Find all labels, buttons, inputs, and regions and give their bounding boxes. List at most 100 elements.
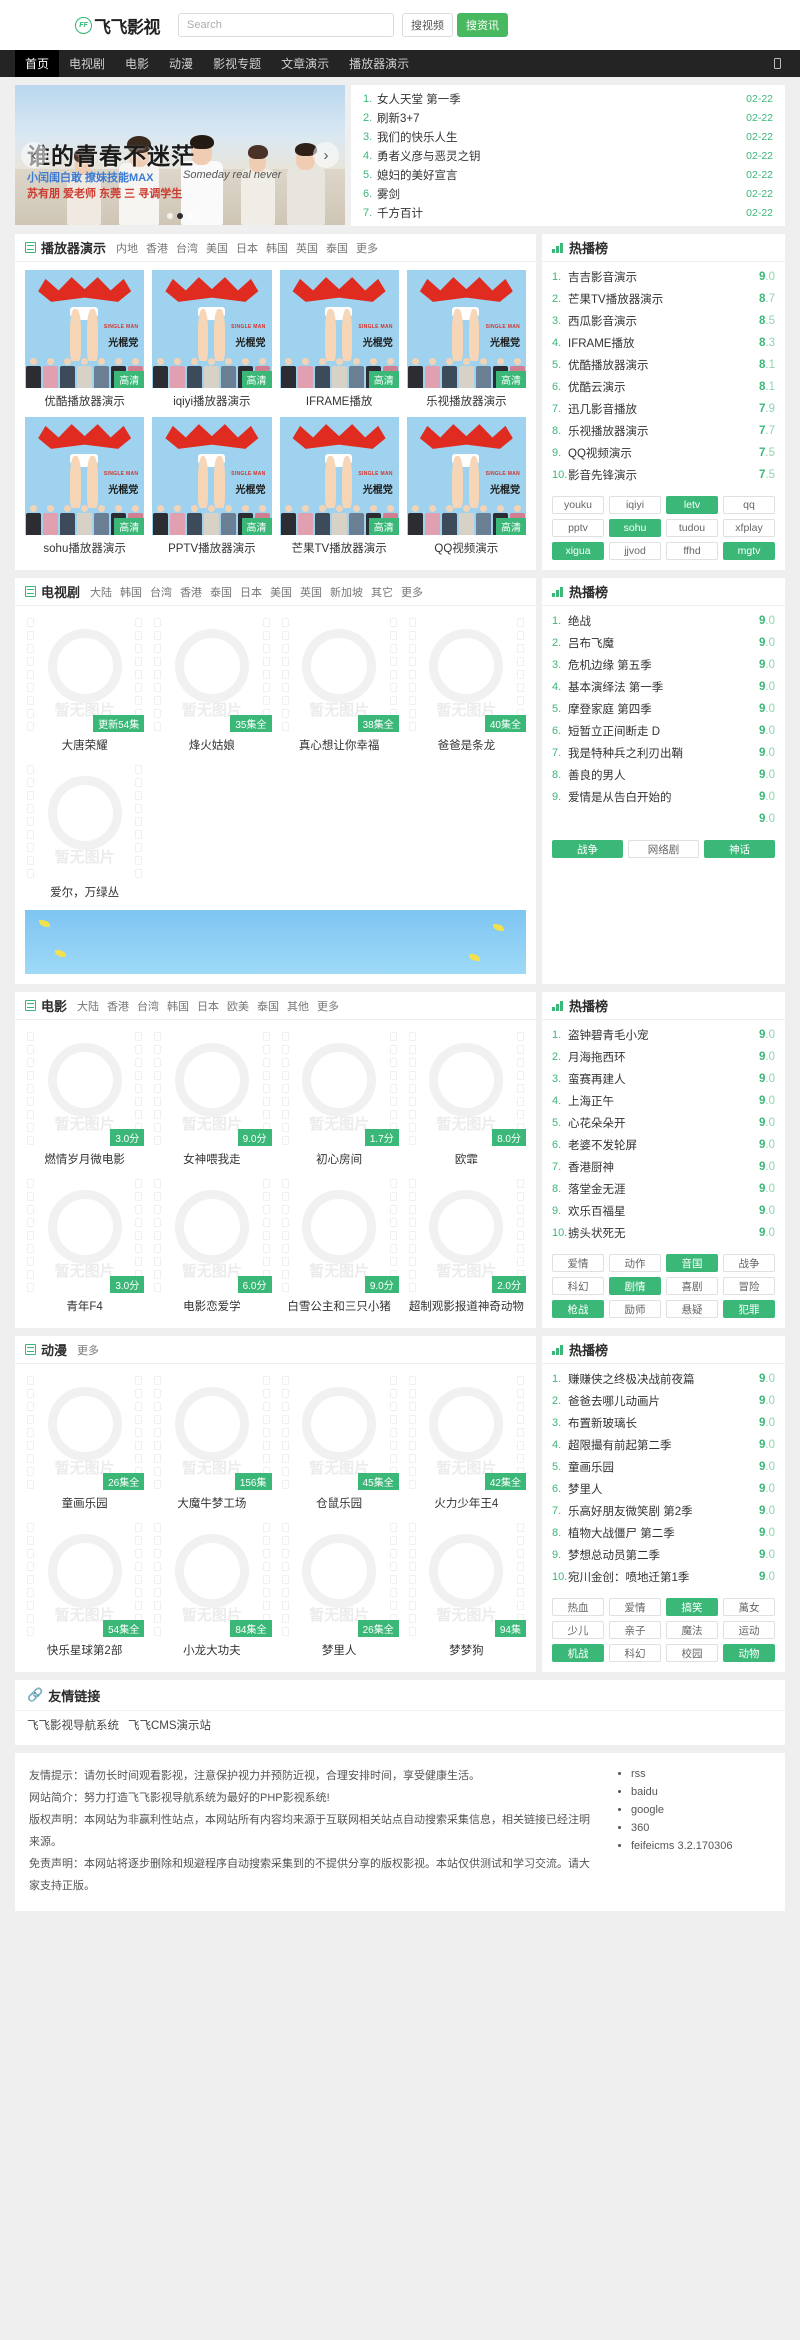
card-thumbnail[interactable]: 暂无图片9.0分 (280, 1175, 399, 1293)
rank-item[interactable]: 4.超限撮有前起第二季9.0 (552, 1434, 775, 1456)
media-card[interactable]: 暂无图片84集全小龙大功夫 (152, 1519, 271, 1658)
card-thumbnail[interactable]: 暂无图片6.0分 (152, 1175, 271, 1293)
section-filter-link[interactable]: 更多 (401, 584, 423, 600)
card-thumbnail[interactable]: SINGLE MAN光棍党高清 (25, 270, 144, 388)
nav-item-2[interactable]: 电影 (115, 50, 159, 77)
card-thumbnail[interactable]: SINGLE MAN光棍党高清 (280, 270, 399, 388)
section-filter-link[interactable]: 香港 (146, 240, 168, 256)
news-item[interactable]: 7.千方百计02-22 (363, 203, 773, 222)
section-filter-link[interactable]: 更多 (317, 998, 339, 1014)
rank-item[interactable]: 7.香港厨神9.0 (552, 1156, 775, 1178)
rank-item[interactable]: 7.迅几影音播放7.9 (552, 398, 775, 420)
media-card[interactable]: SINGLE MAN光棍党高清iqiyi播放器演示 (152, 270, 271, 409)
card-thumbnail[interactable]: 暂无图片94集 (407, 1519, 526, 1637)
media-card[interactable]: SINGLE MAN光棍党高清乐视播放器演示 (407, 270, 526, 409)
nav-item-3[interactable]: 动漫 (159, 50, 203, 77)
tag-button[interactable]: 亲子 (609, 1621, 661, 1639)
slider-dot-1[interactable] (177, 213, 183, 219)
tag-button[interactable]: 萬女 (723, 1598, 775, 1616)
rank-item[interactable]: 7.我是特种兵之利刃出鞘9.0 (552, 742, 775, 764)
tag-button[interactable]: iqiyi (609, 496, 661, 514)
nav-item-4[interactable]: 影视专题 (203, 50, 271, 77)
rank-item[interactable]: 3.蛮赛再建人9.0 (552, 1068, 775, 1090)
card-thumbnail[interactable]: 暂无图片3.0分 (25, 1175, 144, 1293)
card-thumbnail[interactable]: 暂无图片38集全 (280, 614, 399, 732)
media-card[interactable]: SINGLE MAN光棍党高清PPTV播放器演示 (152, 417, 271, 556)
slider-dot-0[interactable] (167, 213, 173, 219)
tag-button[interactable]: letv (666, 496, 718, 514)
card-thumbnail[interactable]: 暂无图片54集全 (25, 1519, 144, 1637)
media-card[interactable]: SINGLE MAN光棍党高清芒果TV播放器演示 (280, 417, 399, 556)
rank-item[interactable]: 5.童画乐园9.0 (552, 1456, 775, 1478)
card-thumbnail[interactable]: 暂无图片1.7分 (280, 1028, 399, 1146)
card-thumbnail[interactable]: 暂无图片8.0分 (407, 1028, 526, 1146)
section-filter-link[interactable]: 英国 (300, 584, 322, 600)
rank-item[interactable]: 9.QQ视频演示7.5 (552, 442, 775, 464)
tag-button[interactable]: 喜剧 (666, 1277, 718, 1295)
tag-button[interactable]: 犯罪 (723, 1300, 775, 1318)
rank-item[interactable]: 8.乐视播放器演示7.7 (552, 420, 775, 442)
tag-button[interactable]: 神话 (704, 840, 775, 858)
slider-prev-button[interactable]: ‹ (21, 142, 47, 168)
tag-button[interactable]: 科幻 (609, 1644, 661, 1662)
section-filter-link[interactable]: 韩国 (120, 584, 142, 600)
rank-item[interactable]: 8.善良的男人9.0 (552, 764, 775, 786)
section-filter-link[interactable]: 大陆 (77, 998, 99, 1014)
card-thumbnail[interactable]: SINGLE MAN光棍党高清 (152, 417, 271, 535)
section-filter-link[interactable]: 大陆 (90, 584, 112, 600)
rank-item[interactable]: 7.乐高好朋友微笑剧 第2季9.0 (552, 1500, 775, 1522)
card-thumbnail[interactable]: 暂无图片9.0分 (152, 1028, 271, 1146)
section-filter-link[interactable]: 泰国 (210, 584, 232, 600)
section-filter-link[interactable]: 英国 (296, 240, 318, 256)
nav-item-1[interactable]: 电视剧 (59, 50, 115, 77)
tag-button[interactable]: 冒险 (723, 1277, 775, 1295)
rank-item[interactable]: 8.落堂金无涯9.0 (552, 1178, 775, 1200)
tag-button[interactable]: 机战 (552, 1644, 604, 1662)
footer-link[interactable]: rss (631, 1768, 646, 1780)
tag-button[interactable]: 热血 (552, 1598, 604, 1616)
card-thumbnail[interactable]: 暂无图片26集全 (280, 1519, 399, 1637)
rank-item[interactable]: 3.危机边缘 第五季9.0 (552, 654, 775, 676)
section-filter-link[interactable]: 台湾 (150, 584, 172, 600)
nav-item-6[interactable]: 播放器演示 (339, 50, 419, 77)
section-filter-link[interactable]: 美国 (270, 584, 292, 600)
media-card[interactable]: SINGLE MAN光棍党高清sohu播放器演示 (25, 417, 144, 556)
tag-button[interactable]: mgtv (723, 542, 775, 560)
rank-item[interactable]: 10.影音先锋演示7.5 (552, 464, 775, 486)
card-thumbnail[interactable]: 暂无图片2.0分 (407, 1175, 526, 1293)
tag-button[interactable]: tudou (666, 519, 718, 537)
section-filter-link[interactable]: 日本 (240, 584, 262, 600)
card-thumbnail[interactable]: 暂无图片 (25, 761, 144, 879)
tag-button[interactable]: 枪战 (552, 1300, 604, 1318)
card-thumbnail[interactable]: 暂无图片156集 (152, 1372, 271, 1490)
rank-item[interactable]: 1.吉吉影音演示9.0 (552, 266, 775, 288)
rank-item[interactable]: 2.芒果TV播放器演示8.7 (552, 288, 775, 310)
section-filter-link[interactable]: 泰国 (257, 998, 279, 1014)
tag-button[interactable]: 运动 (723, 1621, 775, 1639)
rank-item[interactable]: 9.欢乐百福星9.0 (552, 1200, 775, 1222)
rank-item[interactable]: 3.西瓜影音演示8.5 (552, 310, 775, 332)
tag-button[interactable]: 科幻 (552, 1277, 604, 1295)
tag-button[interactable]: 悬疑 (666, 1300, 718, 1318)
media-card[interactable]: 暂无图片42集全火力少年王4 (407, 1372, 526, 1511)
rank-item[interactable]: 4.IFRAME播放8.3 (552, 332, 775, 354)
media-card[interactable]: 暂无图片45集全仓鼠乐园 (280, 1372, 399, 1511)
rank-item[interactable]: 4.上海正午9.0 (552, 1090, 775, 1112)
rank-item[interactable]: 5.摩登家庭 第四季9.0 (552, 698, 775, 720)
footer-link[interactable]: google (631, 1804, 664, 1816)
rank-item[interactable]: 2.吕布飞魔9.0 (552, 632, 775, 654)
slider-dot-2[interactable] (187, 213, 193, 219)
tag-button[interactable]: 魔法 (666, 1621, 718, 1639)
media-card[interactable]: 暂无图片爱尔，万绿丛 (25, 761, 144, 900)
card-thumbnail[interactable]: SINGLE MAN光棍党高清 (152, 270, 271, 388)
tag-button[interactable]: 动物 (723, 1644, 775, 1662)
section-filter-link[interactable]: 内地 (116, 240, 138, 256)
media-card[interactable]: 暂无图片35集全烽火姑娘 (152, 614, 271, 753)
tag-button[interactable]: xfplay (723, 519, 775, 537)
rank-item[interactable]: 2.月海拖西环9.0 (552, 1046, 775, 1068)
news-item[interactable]: 4.勇者义彦与恶灵之钥02-22 (363, 146, 773, 165)
tag-button[interactable]: 战争 (723, 1254, 775, 1272)
section-filter-link[interactable]: 日本 (236, 240, 258, 256)
tag-button[interactable]: 音国 (666, 1254, 718, 1272)
card-thumbnail[interactable]: 暂无图片26集全 (25, 1372, 144, 1490)
